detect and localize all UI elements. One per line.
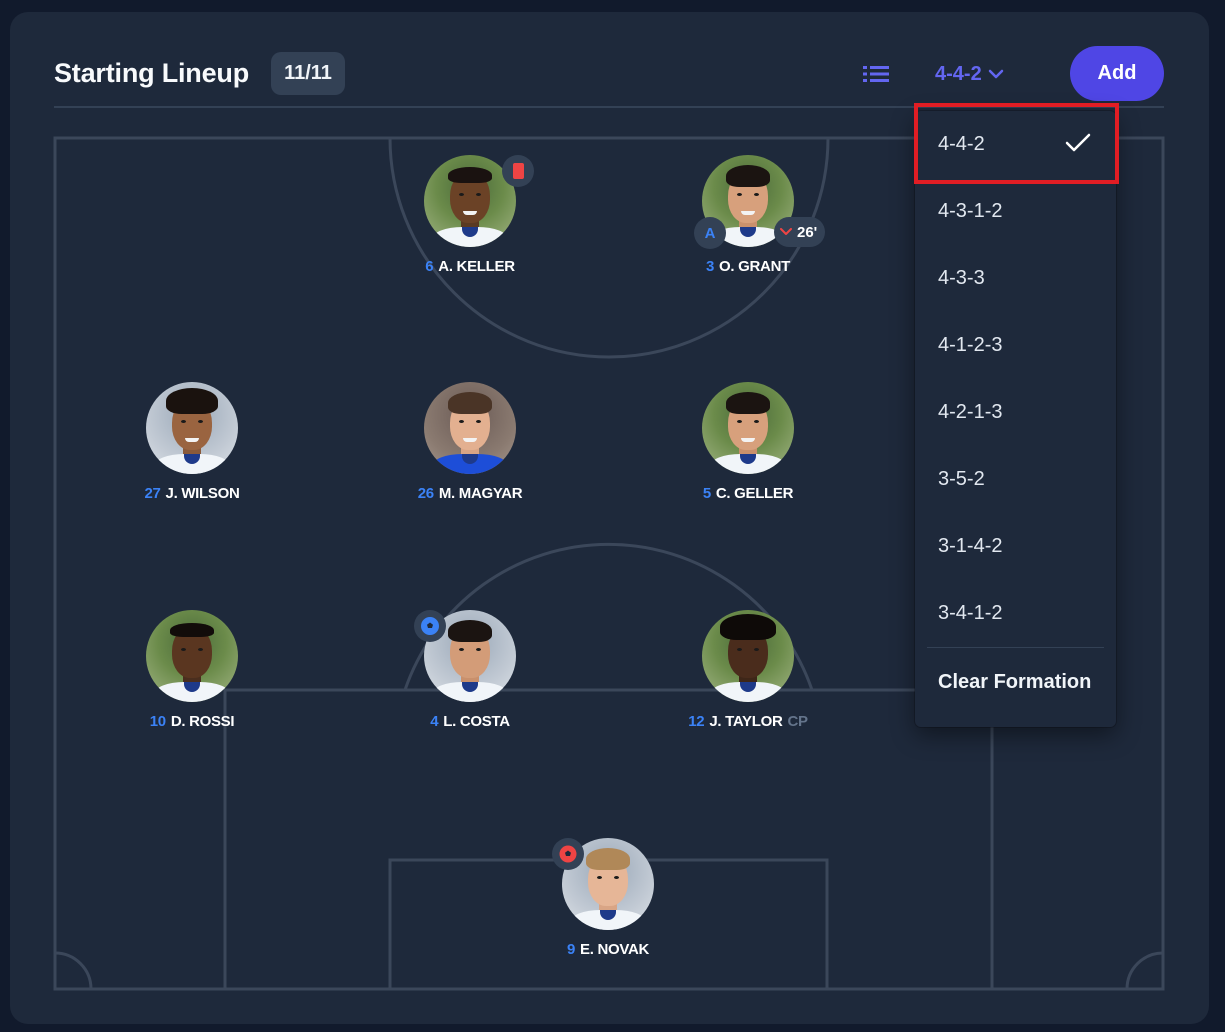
player-avatar [702, 610, 794, 702]
substitution-minute: 26' [797, 223, 818, 241]
formation-option-label: 3-1-4-2 [938, 535, 1003, 557]
player-number: 3 [706, 258, 715, 275]
player-card[interactable]: 27 J. WILSON [92, 382, 292, 502]
player-number: 5 [702, 485, 711, 502]
player-number: 12 [688, 713, 705, 730]
formation-option-label: 4-1-2-3 [938, 334, 1003, 356]
player-avatar [702, 382, 794, 474]
player-number: 6 [425, 258, 434, 275]
substitution-badge: 26' [774, 217, 826, 247]
formation-option[interactable]: 4-3-3 [915, 245, 1116, 312]
formation-select-value: 4-4-2 [935, 62, 982, 85]
header-divider [54, 106, 1164, 108]
player-number: 26 [417, 485, 434, 502]
player-name: J. WILSON [165, 485, 240, 502]
chevron-down-icon [988, 69, 1003, 79]
player-number: 9 [566, 941, 576, 958]
formation-option-label: 4-3-1-2 [938, 200, 1003, 222]
formation-option-label: 4-2-1-3 [938, 401, 1003, 423]
list-view-button[interactable] [858, 60, 894, 88]
formation-option-label: 3-4-1-2 [938, 602, 1003, 624]
player-avatar [146, 382, 238, 474]
player-card[interactable]: 12 J. TAYLOR CP [648, 610, 848, 730]
formation-option-label: 3-5-2 [938, 468, 985, 490]
player-number: 27 [144, 485, 161, 502]
player-number: 4 [430, 713, 439, 730]
player-count-badge: 11/11 [271, 52, 345, 95]
player-name: C. GELLER [715, 485, 794, 502]
page-title: Starting Lineup [54, 58, 249, 88]
player-number: 10 [149, 713, 166, 730]
formation-option[interactable]: 4-4-2 [915, 111, 1116, 178]
dropdown-divider [927, 647, 1104, 648]
formation-option[interactable]: 3-5-2 [915, 446, 1116, 513]
ball-icon [414, 610, 446, 642]
player-card[interactable]: 5 C. GELLER [648, 382, 848, 502]
formation-option[interactable]: 4-3-1-2 [915, 178, 1116, 245]
player-card[interactable]: 26 M. MAGYAR [370, 382, 570, 502]
formation-option-label: 4-4-2 [938, 133, 985, 155]
player-name: O. GRANT [719, 258, 790, 275]
player-name: A. KELLER [438, 258, 515, 275]
player-card[interactable]: 9 E. NOVAK [508, 838, 708, 958]
captain-badge: A [694, 217, 726, 249]
formation-option[interactable]: 4-1-2-3 [915, 312, 1116, 379]
player-avatar [424, 382, 516, 474]
formation-option[interactable]: 4-2-1-3 [915, 379, 1116, 446]
player-card[interactable]: 10 D. ROSSI [92, 610, 292, 730]
formation-dropdown: 4-4-2 4-3-1-2 4-3-3 4-1-2-3 4-2-1-3 3-5-… [915, 111, 1116, 727]
player-avatar [146, 610, 238, 702]
player-card[interactable]: 4 L. COSTA [370, 610, 570, 730]
formation-option[interactable]: 3-4-1-2 [915, 580, 1116, 647]
player-name: J. TAYLOR [709, 713, 783, 730]
add-button[interactable]: Add [1070, 46, 1164, 101]
clear-formation-button[interactable]: Clear Formation [915, 652, 1116, 712]
formation-select[interactable]: 4-4-2 [935, 56, 1035, 92]
chevron-down-icon [780, 228, 792, 235]
player-card[interactable]: 6 A. KELLER [370, 155, 570, 275]
player-role: CP [787, 713, 809, 730]
formation-option[interactable]: 3-1-4-2 [915, 513, 1116, 580]
player-card[interactable]: A 26' 3 O. GRANT [648, 155, 848, 275]
list-icon [863, 66, 889, 82]
own-goal-ball-icon [552, 838, 584, 870]
player-name: D. ROSSI [170, 713, 235, 730]
check-icon [1065, 133, 1091, 152]
player-name: M. MAGYAR [438, 485, 523, 502]
player-name: L. COSTA [443, 713, 510, 730]
red-card-icon [502, 155, 534, 187]
formation-option-label: 4-3-3 [938, 267, 985, 289]
player-name: E. NOVAK [580, 941, 650, 958]
